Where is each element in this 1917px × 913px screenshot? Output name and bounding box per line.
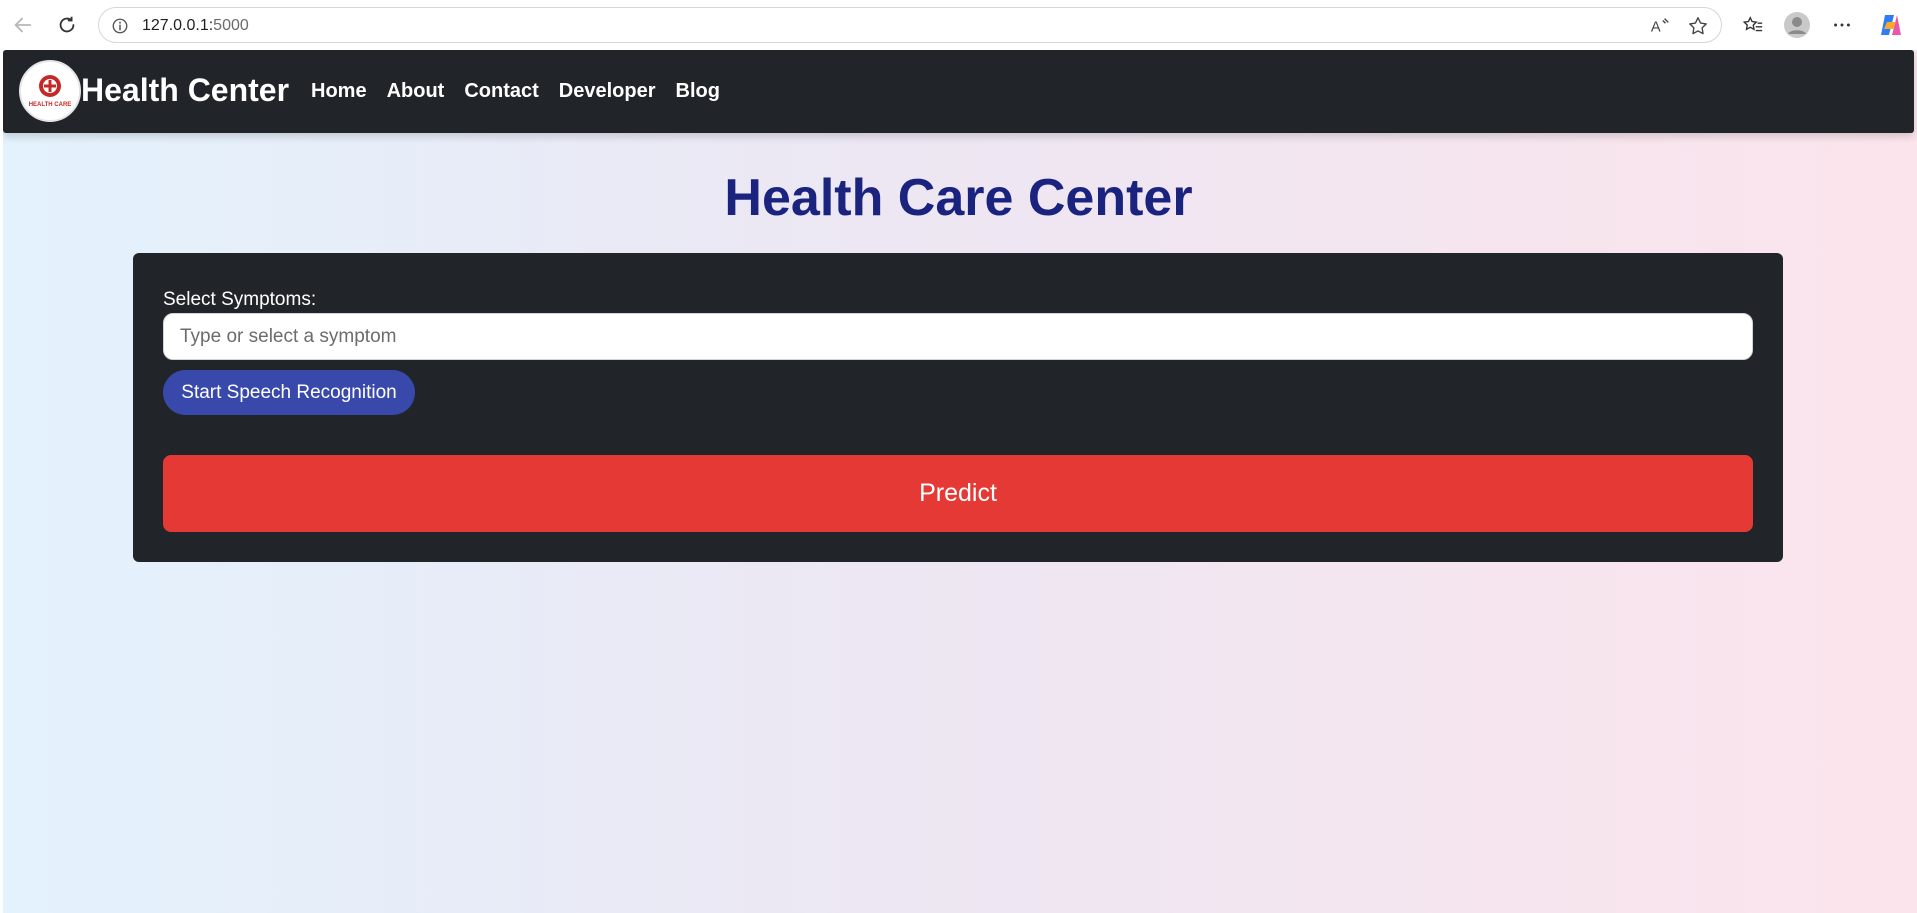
site-brand[interactable]: Health Center	[81, 72, 289, 109]
url-host: 127.0.0.1:	[142, 17, 214, 34]
page-title: Health Care Center	[724, 169, 1193, 227]
read-aloud-icon[interactable]: A	[1649, 15, 1671, 37]
back-button[interactable]	[8, 10, 38, 40]
start-speech-recognition-button[interactable]: Start Speech Recognition	[163, 370, 415, 415]
nav-link-developer[interactable]: Developer	[559, 80, 656, 103]
nav-link-blog[interactable]: Blog	[676, 80, 720, 103]
more-menu-button[interactable]	[1827, 10, 1857, 40]
site-navbar: HEALTH CARE Health Center Home About Con…	[3, 50, 1914, 133]
reload-button[interactable]	[52, 10, 82, 40]
nav-links: Home About Contact Developer Blog	[311, 80, 740, 103]
url-port: 5000	[213, 17, 249, 34]
nav-link-contact[interactable]: Contact	[464, 80, 538, 103]
favorites-list-icon	[1742, 16, 1763, 32]
symptom-form-card: Select Symptoms: Start Speech Recognitio…	[133, 253, 1783, 562]
favorite-star-icon[interactable]	[1687, 15, 1709, 37]
reload-icon	[59, 16, 75, 33]
nav-link-home[interactable]: Home	[311, 80, 367, 103]
page-viewport: HEALTH CARE Health Center Home About Con…	[3, 50, 1917, 913]
symptoms-label: Select Symptoms:	[163, 289, 317, 310]
site-info-icon	[112, 18, 128, 34]
favorites-button[interactable]	[1738, 10, 1768, 40]
nav-link-about[interactable]: About	[387, 80, 445, 103]
profile-button[interactable]	[1782, 10, 1812, 40]
symptom-input[interactable]	[163, 313, 1753, 360]
more-dots-icon	[1834, 23, 1850, 27]
predict-button[interactable]: Predict	[163, 455, 1753, 532]
browser-toolbar: 127.0.0.1:5000 A	[0, 0, 1917, 50]
logo-text: HEALTH CARE	[29, 102, 72, 108]
profile-avatar-icon	[1784, 12, 1810, 38]
url-text: 127.0.0.1:5000	[142, 17, 249, 35]
copilot-icon	[1881, 15, 1901, 35]
back-arrow-icon	[14, 17, 32, 33]
site-logo[interactable]: HEALTH CARE	[19, 60, 81, 122]
address-bar[interactable]: 127.0.0.1:5000 A	[98, 7, 1722, 43]
svg-text:A: A	[1651, 20, 1661, 36]
health-care-logo-icon: HEALTH CARE	[29, 75, 72, 108]
copilot-button[interactable]	[1876, 10, 1906, 40]
